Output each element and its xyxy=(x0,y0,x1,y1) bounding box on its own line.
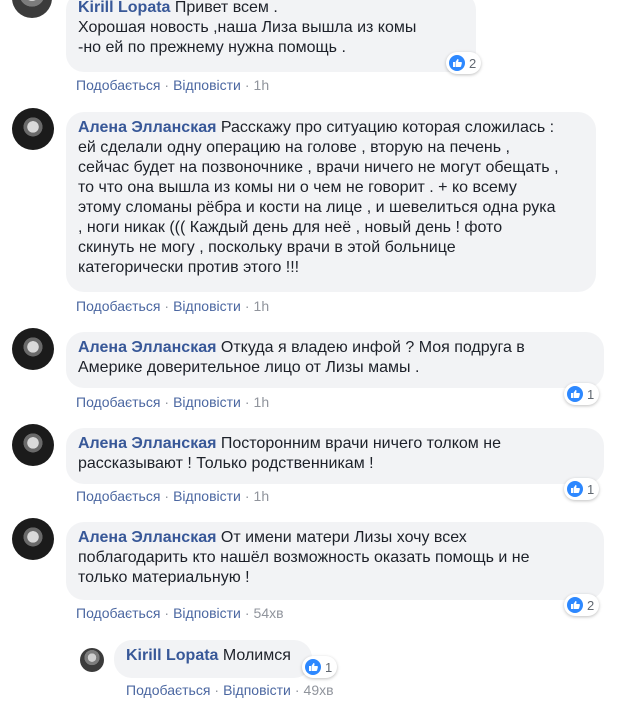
separator: · xyxy=(164,394,170,410)
comment: Kirill Lopata Привет всем . Хорошая ново… xyxy=(0,0,620,96)
reply-link[interactable]: Відповісти xyxy=(173,394,241,410)
comment-actions: Подобається · Відповісти · 49хв xyxy=(126,681,334,699)
user-avatar[interactable] xyxy=(12,328,54,370)
comment-author[interactable]: Kirill Lopata xyxy=(126,647,223,664)
comment-timestamp[interactable]: 54хв xyxy=(254,605,284,621)
separator: · xyxy=(244,394,250,410)
reply-link[interactable]: Відповісти xyxy=(173,298,241,314)
comment-author[interactable]: Алена Элланская xyxy=(78,529,221,546)
like-icon xyxy=(449,55,465,71)
user-avatar[interactable] xyxy=(12,108,54,150)
comment-timestamp[interactable]: 1h xyxy=(254,488,270,504)
comment-author[interactable]: Kirill Lopata xyxy=(78,0,175,16)
like-link[interactable]: Подобається xyxy=(76,77,160,93)
like-link[interactable]: Подобається xyxy=(76,488,160,504)
separator: · xyxy=(164,77,170,93)
reaction-number: 1 xyxy=(325,659,333,675)
like-link[interactable]: Подобається xyxy=(76,605,160,621)
comment-timestamp[interactable]: 49хв xyxy=(304,682,334,698)
separator: · xyxy=(164,488,170,504)
comment: Алена Элланская Посторонним врачи ничего… xyxy=(0,424,620,512)
comment-bubble: Алена Элланская Посторонним врачи ничего… xyxy=(66,428,604,484)
reaction-number: 1 xyxy=(587,481,595,497)
comment-bubble: Kirill Lopata Молимся xyxy=(114,640,312,678)
reply-link[interactable]: Відповісти xyxy=(173,77,241,93)
comment-bubble: Алена Элланская От имени матери Лизы хоч… xyxy=(66,522,604,600)
separator: · xyxy=(244,77,250,93)
reply-link[interactable]: Відповісти xyxy=(173,605,241,621)
like-link[interactable]: Подобається xyxy=(76,298,160,314)
like-icon xyxy=(305,659,321,675)
comment-text: Молимся xyxy=(222,647,291,664)
separator: · xyxy=(244,605,250,621)
comment-timestamp[interactable]: 1h xyxy=(254,298,270,314)
like-link[interactable]: Подобається xyxy=(126,682,210,698)
separator: · xyxy=(164,298,170,314)
comment-bubble: Алена Элланская Откуда я владею инфой ? … xyxy=(66,332,604,388)
reaction-number: 2 xyxy=(587,597,595,613)
comment: Алена Элланская От имени матери Лизы хоч… xyxy=(0,518,620,628)
comment-author[interactable]: Алена Элланская xyxy=(78,119,221,136)
reaction-count[interactable]: 2 xyxy=(564,594,600,616)
like-link[interactable]: Подобається xyxy=(76,394,160,410)
like-icon xyxy=(567,481,583,497)
user-avatar[interactable] xyxy=(12,424,54,466)
comment-timestamp[interactable]: 1h xyxy=(254,394,270,410)
comment-actions: Подобається · Відповісти · 1h xyxy=(76,393,269,411)
separator: · xyxy=(244,488,250,504)
reaction-number: 1 xyxy=(587,386,595,402)
comment-text: Расскажу про ситуацию которая сложилась … xyxy=(78,119,559,276)
separator: · xyxy=(214,682,220,698)
comment-actions: Подобається · Відповісти · 1h xyxy=(76,76,269,94)
comment-bubble: Kirill Lopata Привет всем . Хорошая ново… xyxy=(66,0,476,72)
comment-actions: Подобається · Відповісти · 54хв xyxy=(76,604,284,622)
comment-timestamp[interactable]: 1h xyxy=(254,77,270,93)
comment-actions: Подобається · Відповісти · 1h xyxy=(76,297,269,315)
reaction-count[interactable]: 2 xyxy=(446,52,482,74)
separator: · xyxy=(244,298,250,314)
reaction-number: 2 xyxy=(469,55,477,71)
comment: Алена Элланская Расскажу про ситуацию ко… xyxy=(0,108,620,318)
reaction-count[interactable]: 1 xyxy=(564,383,600,405)
reply-link[interactable]: Відповісти xyxy=(223,682,291,698)
separator: · xyxy=(164,605,170,621)
user-avatar[interactable] xyxy=(12,518,54,560)
user-avatar[interactable] xyxy=(80,648,104,672)
separator: · xyxy=(294,682,300,698)
reply-link[interactable]: Відповісти xyxy=(173,488,241,504)
reply-comment: Kirill Lopata Молимся 1 Подобається · Відп… xyxy=(0,636,620,704)
comment-author[interactable]: Алена Элланская xyxy=(78,339,221,356)
comment-author[interactable]: Алена Элланская xyxy=(78,435,221,452)
comment-bubble: Алена Элланская Расскажу про ситуацию ко… xyxy=(66,112,596,292)
comment-actions: Подобається · Відповісти · 1h xyxy=(76,487,269,505)
like-icon xyxy=(567,597,583,613)
user-avatar[interactable] xyxy=(12,0,52,18)
like-icon xyxy=(567,386,583,402)
reaction-count[interactable]: 1 xyxy=(302,656,338,678)
reaction-count[interactable]: 1 xyxy=(564,478,600,500)
comment: Алена Элланская Откуда я владею инфой ? … xyxy=(0,328,620,416)
